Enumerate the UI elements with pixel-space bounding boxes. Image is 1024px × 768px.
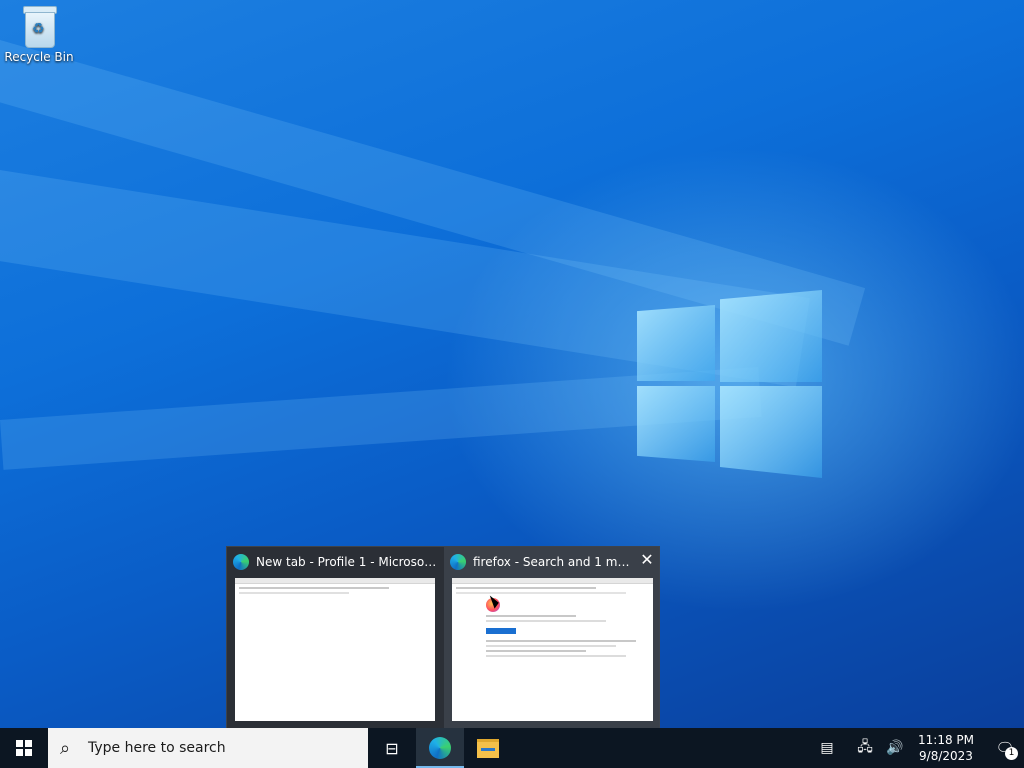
thumbnail-image [452, 578, 653, 721]
thumbnail-image [235, 578, 435, 721]
thumbnail-title: firefox - Search and 1 mo... [473, 555, 631, 569]
start-button[interactable] [0, 728, 48, 768]
thumbnail-window-edge-newtab[interactable]: New tab - Profile 1 - Microsoft ... [227, 547, 443, 729]
desktop-icon-recycle-bin[interactable]: ♻ Recycle Bin [4, 6, 74, 64]
clock-date: 9/8/2023 [919, 749, 973, 763]
recycle-bin-icon: ♻ [21, 6, 57, 48]
clock-time: 11:18 PM [918, 733, 974, 747]
file-explorer-icon [477, 738, 499, 758]
notification-count-badge: 1 [1005, 747, 1018, 760]
taskbar: ⌕ Type here to search ⊟ ▤ 🖧 🔊 11:18 PM 9… [0, 728, 1024, 768]
edge-icon [233, 554, 249, 570]
edge-icon [450, 554, 466, 570]
thumbnail-title: New tab - Profile 1 - Microsoft ... [256, 555, 437, 569]
taskbar-edge-button[interactable] [416, 728, 464, 768]
action-center-button[interactable]: 🗨 1 [986, 728, 1024, 768]
windows-start-icon [16, 740, 32, 756]
search-placeholder: Type here to search [88, 740, 226, 756]
taskbar-search-box[interactable]: ⌕ Type here to search [48, 728, 368, 768]
search-icon: ⌕ [60, 737, 71, 759]
close-icon[interactable]: ✕ [637, 550, 657, 570]
system-tray: ▤ 🖧 🔊 11:18 PM 9/8/2023 🗨 1 [812, 728, 1024, 768]
news-icon[interactable]: ▤ [812, 740, 842, 756]
taskbar-clock[interactable]: 11:18 PM 9/8/2023 [910, 732, 986, 764]
volume-icon[interactable]: 🔊 [880, 740, 910, 756]
taskbar-thumbnail-preview: New tab - Profile 1 - Microsoft ... fire… [226, 546, 660, 730]
task-view-icon: ⊟ [385, 738, 399, 758]
thumbnail-window-edge-firefox-search[interactable]: firefox - Search and 1 mo... ✕ [444, 547, 659, 729]
network-icon[interactable]: 🖧 [850, 736, 880, 760]
task-view-button[interactable]: ⊟ [368, 728, 416, 768]
edge-icon [429, 737, 451, 759]
desktop-icon-label: Recycle Bin [4, 50, 74, 64]
taskbar-file-explorer-button[interactable] [464, 728, 512, 768]
